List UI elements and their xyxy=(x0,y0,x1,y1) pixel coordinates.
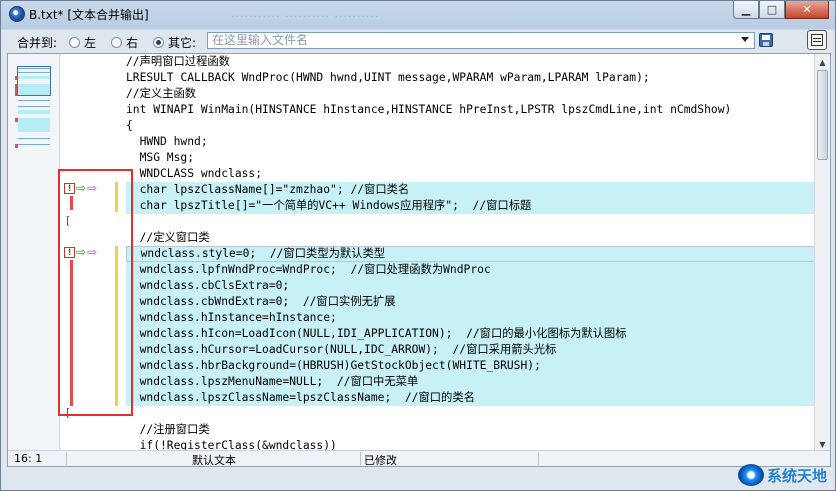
status-bar: 16: 1 默认文本 已修改 xyxy=(8,450,830,467)
code-line[interactable]: LRESULT CALLBACK WndProc(HWND hwnd,UINT … xyxy=(126,70,816,86)
chevron-down-icon[interactable] xyxy=(741,37,749,42)
code-line[interactable]: wndclass.hCursor=LoadCursor(NULL,IDC_ARR… xyxy=(126,342,816,358)
radio-dot[interactable] xyxy=(111,37,122,48)
merge-output-window: B.txt* [文本合并输出] ........... .......... .… xyxy=(0,0,836,491)
code-line[interactable] xyxy=(126,214,816,230)
watermark-text: 系统天地 xyxy=(766,466,827,485)
overview-thumbnail[interactable] xyxy=(8,54,60,466)
scrollbar-thumb[interactable] xyxy=(817,70,828,160)
encoding-label: 默认文本 xyxy=(192,454,236,467)
background-window-title: ........... .......... .......... xyxy=(231,7,380,20)
code-line[interactable]: //定义窗口类 xyxy=(126,230,816,246)
merge-to-label: 合并到: xyxy=(17,36,58,50)
annotation-highlight-box xyxy=(58,169,133,416)
modified-status: 已修改 xyxy=(364,454,397,467)
code-line[interactable]: int WINAPI WinMain(HINSTANCE hInstance,H… xyxy=(126,102,816,118)
code-line[interactable]: wndclass.lpszClassName=lpszClassName; //… xyxy=(126,390,816,406)
overview-viewport[interactable] xyxy=(17,66,51,96)
merge-other-radio[interactable]: 其它: xyxy=(153,34,196,51)
code-text-area[interactable]: //声明窗口过程函数 LRESULT CALLBACK WndProc(HWND … xyxy=(126,54,816,452)
cursor-position: 16: 1 xyxy=(14,452,43,465)
app-icon xyxy=(9,6,25,22)
code-line[interactable]: char lpszTitle[]="一个简单的VC++ Windows应用程序"… xyxy=(126,198,816,214)
vertical-scrollbar[interactable]: ▲ ▼ xyxy=(814,54,830,452)
radio-label: 其它: xyxy=(168,36,197,50)
radio-label: 左 xyxy=(84,36,97,50)
code-line[interactable]: //定义主函数 xyxy=(126,86,816,102)
close-button[interactable]: ✕ xyxy=(785,1,829,19)
title-bar[interactable]: B.txt* [文本合并输出] ........... .......... .… xyxy=(1,1,835,27)
window-title: B.txt* [文本合并输出] xyxy=(29,8,149,22)
code-line[interactable]: wndclass.hInstance=hInstance; xyxy=(126,310,816,326)
code-line[interactable]: wndclass.lpszMenuName=NULL; //窗口中无菜单 xyxy=(126,374,816,390)
code-line[interactable]: wndclass.cbClsExtra=0; xyxy=(126,278,816,294)
watermark: 系统天地 xyxy=(737,464,827,486)
merge-right-radio[interactable]: 右 xyxy=(111,34,138,51)
scroll-up-icon[interactable]: ▲ xyxy=(816,55,829,69)
save-icon[interactable] xyxy=(759,33,773,47)
code-line[interactable]: wndclass.style=0; //窗口类型为默认类型 xyxy=(126,246,816,262)
radio-label: 右 xyxy=(126,36,139,50)
code-line[interactable]: MSG Msg; xyxy=(126,150,816,166)
minimize-button[interactable]: ▁ xyxy=(733,1,759,19)
radio-dot-selected[interactable] xyxy=(153,37,164,48)
window-controls: ▁ □ ✕ xyxy=(733,1,829,21)
code-line[interactable]: { xyxy=(126,118,816,134)
code-line[interactable]: //注册窗口类 xyxy=(126,422,816,438)
code-line[interactable]: wndclass.cbWndExtra=0; //窗口实例无扩展 xyxy=(126,294,816,310)
scroll-down-icon[interactable]: ▼ xyxy=(816,437,829,451)
code-line[interactable]: char lpszClassName[]="zmzhao"; //窗口类名 xyxy=(126,182,816,198)
code-line[interactable]: wndclass.hbrBackground=(HBRUSH)GetStockO… xyxy=(126,358,816,374)
maximize-button[interactable]: □ xyxy=(759,1,785,19)
code-line[interactable]: WNDCLASS wndclass; xyxy=(126,166,816,182)
code-line[interactable]: //声明窗口过程函数 xyxy=(126,54,816,70)
code-line[interactable] xyxy=(126,406,816,422)
watermark-logo-icon xyxy=(737,464,764,486)
code-line[interactable]: wndclass.hIcon=LoadIcon(NULL,IDI_APPLICA… xyxy=(126,326,816,342)
panel-layout-icon[interactable] xyxy=(807,30,827,50)
code-line[interactable]: HWND hwnd; xyxy=(126,134,816,150)
merge-left-radio[interactable]: 左 xyxy=(69,34,96,51)
filename-input[interactable]: 在这里输入文件名 xyxy=(207,32,755,49)
radio-dot[interactable] xyxy=(69,37,80,48)
merge-target-bar: 合并到: 左 右 其它: 在这里输入文件名 xyxy=(7,30,831,52)
code-line[interactable]: wndclass.lpfnWndProc=WndProc; //窗口处理函数为W… xyxy=(126,262,816,278)
